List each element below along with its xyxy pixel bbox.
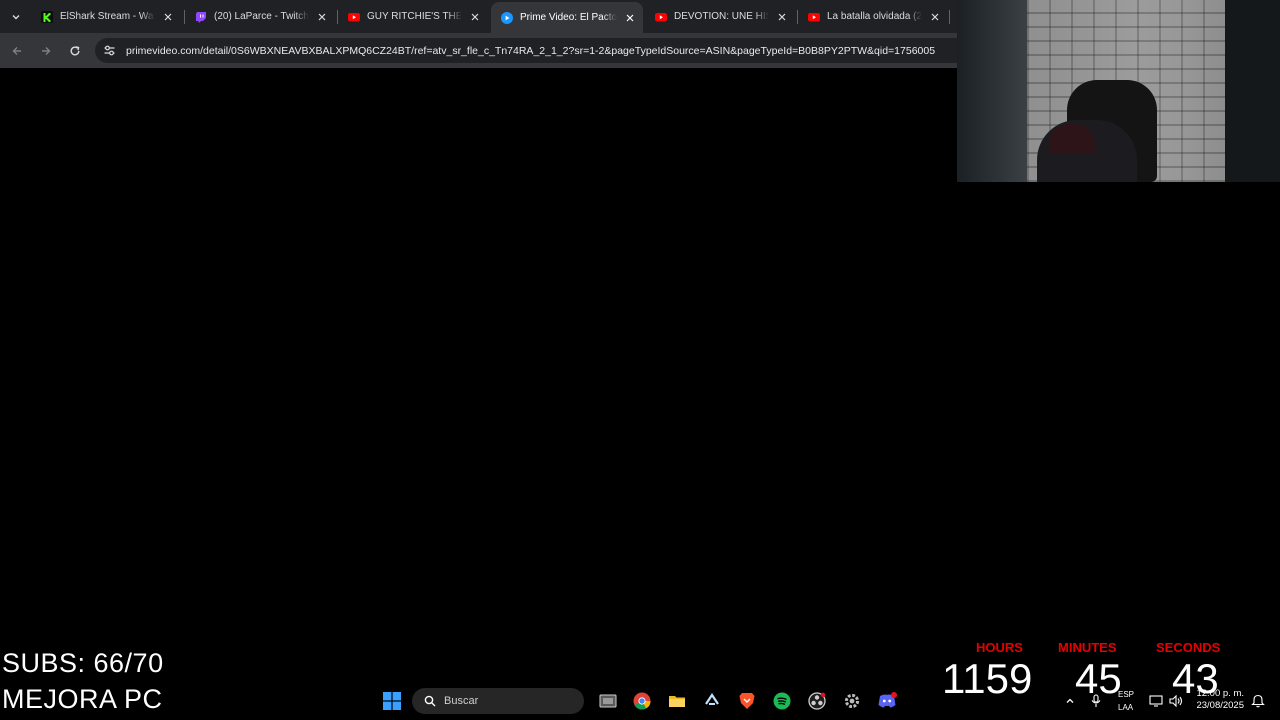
speaker-icon [1169, 695, 1183, 707]
tab-laparce[interactable]: (20) LaParce - Twitch [185, 4, 335, 29]
timer-minutes-label: MINUTES [1058, 640, 1117, 655]
tab-guy-ritchie[interactable]: GUY RITCHIE'S THE CO [338, 4, 488, 29]
tab-title: ElShark Stream - Watch [60, 11, 155, 22]
notifications-button[interactable] [1248, 691, 1268, 711]
microphone-icon [1091, 694, 1101, 707]
webcam-feed [957, 0, 1280, 182]
tab-search-button[interactable] [6, 7, 26, 27]
tab-title: (20) LaParce - Twitch [214, 11, 309, 22]
taskbar-settings[interactable] [842, 691, 862, 711]
folder-icon [669, 696, 685, 707]
clock-date: 23/08/2025 [1196, 700, 1244, 711]
windows-icon [383, 692, 401, 710]
webcam-door [957, 0, 1027, 182]
taskview-button[interactable] [598, 691, 618, 711]
kick-icon [41, 10, 53, 23]
close-tab-button[interactable] [468, 10, 482, 24]
close-icon [164, 13, 172, 20]
clock-time: 12:00 p. m. [1196, 688, 1244, 699]
language-code: ESP [1118, 690, 1135, 699]
tab-elshark[interactable]: ElShark Stream - Watch [31, 4, 181, 29]
gear-icon [844, 693, 860, 709]
search-icon [424, 695, 436, 707]
tray-microphone[interactable] [1086, 691, 1106, 711]
url-text: primevideo.com/detail/0S6WBXNEAVBXBALXPM… [126, 44, 936, 57]
tray-volume[interactable] [1166, 691, 1186, 711]
youtube-icon [655, 12, 667, 21]
twitch-icon [196, 11, 206, 22]
arrow-right-icon [42, 47, 51, 55]
tab-strip: ElShark Stream - Watch (20) LaParce - Tw… [0, 0, 957, 33]
subs-counter: SUBS: 66/70 [2, 648, 164, 678]
tab-title: GUY RITCHIE'S THE CO [367, 11, 462, 22]
close-icon [626, 14, 634, 21]
close-tab-button[interactable] [928, 10, 942, 24]
tab-divider [949, 10, 950, 24]
taskbar-discord[interactable] [877, 691, 897, 711]
clock[interactable]: 12:00 p. m. 23/08/2025 [1196, 688, 1244, 712]
reload-button[interactable] [65, 41, 85, 61]
webcam-cap [1049, 124, 1095, 154]
close-icon [778, 13, 786, 20]
input-language[interactable]: ESP LAA [1118, 690, 1134, 712]
chevron-down-icon [12, 15, 20, 20]
forward-button[interactable] [36, 41, 56, 61]
taskbar-spotify[interactable] [772, 691, 792, 711]
brave-icon [739, 693, 755, 709]
taskbar-obs[interactable] [807, 691, 827, 711]
close-icon [931, 13, 939, 20]
tray-network[interactable] [1146, 691, 1166, 711]
youtube-icon [348, 12, 360, 21]
tab-title: DEVOTION: UNE HISTO [674, 11, 769, 22]
discord-icon [878, 692, 897, 708]
tab-title: Prime Video: El Pacto [520, 12, 617, 23]
timer-seconds-label: SECONDS [1156, 640, 1221, 655]
browser-toolbar: primevideo.com/detail/0S6WBXNEAVBXBALXPM… [0, 33, 957, 68]
start-button[interactable] [382, 691, 402, 711]
show-hidden-icons-button[interactable] [1060, 691, 1080, 711]
arrow-left-icon [12, 47, 21, 55]
close-tab-button[interactable] [775, 10, 789, 24]
address-bar[interactable]: primevideo.com/detail/0S6WBXNEAVBXBALXPM… [95, 38, 957, 63]
spotify-icon [773, 692, 791, 710]
tab-devotion[interactable]: DEVOTION: UNE HISTO [645, 4, 795, 29]
chrome-icon [633, 692, 651, 710]
keyboard-layout-code: LAA [1118, 703, 1134, 712]
tab-la-batalla[interactable]: La batalla olvidada (20 [798, 4, 948, 29]
tab-title: La batalla olvidada (20 [827, 11, 922, 22]
taskbar-file-explorer[interactable] [667, 691, 687, 711]
back-button[interactable] [7, 41, 27, 61]
timer-hours-label: HOURS [976, 640, 1023, 655]
close-tab-button[interactable] [315, 10, 329, 24]
taskbar: Buscar ESP LAA 12:00 p. m. 23/08/2025 [180, 682, 1280, 720]
notification-bell-icon [1251, 694, 1265, 708]
taskbar-steam[interactable] [702, 691, 722, 711]
close-icon [318, 13, 326, 20]
close-icon [471, 13, 479, 20]
site-settings-icon[interactable] [103, 44, 116, 57]
chevron-up-icon [1066, 698, 1074, 703]
webcam-dark-corner [1225, 0, 1280, 182]
obs-icon [808, 692, 826, 710]
youtube-icon [808, 12, 820, 21]
prime-video-icon [501, 11, 513, 24]
search-placeholder: Buscar [444, 695, 479, 707]
taskbar-brave[interactable] [737, 691, 757, 711]
taskbar-chrome[interactable] [632, 691, 652, 711]
tab-prime-video[interactable]: Prime Video: El Pacto [491, 2, 643, 33]
subs-goal-label: MEJORA PC [2, 684, 163, 714]
task-view-icon [599, 694, 617, 708]
close-tab-button[interactable] [623, 11, 637, 25]
steam-icon [705, 693, 719, 705]
network-icon [1149, 695, 1163, 707]
taskbar-search[interactable]: Buscar [412, 688, 584, 714]
reload-icon [70, 46, 80, 56]
close-tab-button[interactable] [161, 10, 175, 24]
